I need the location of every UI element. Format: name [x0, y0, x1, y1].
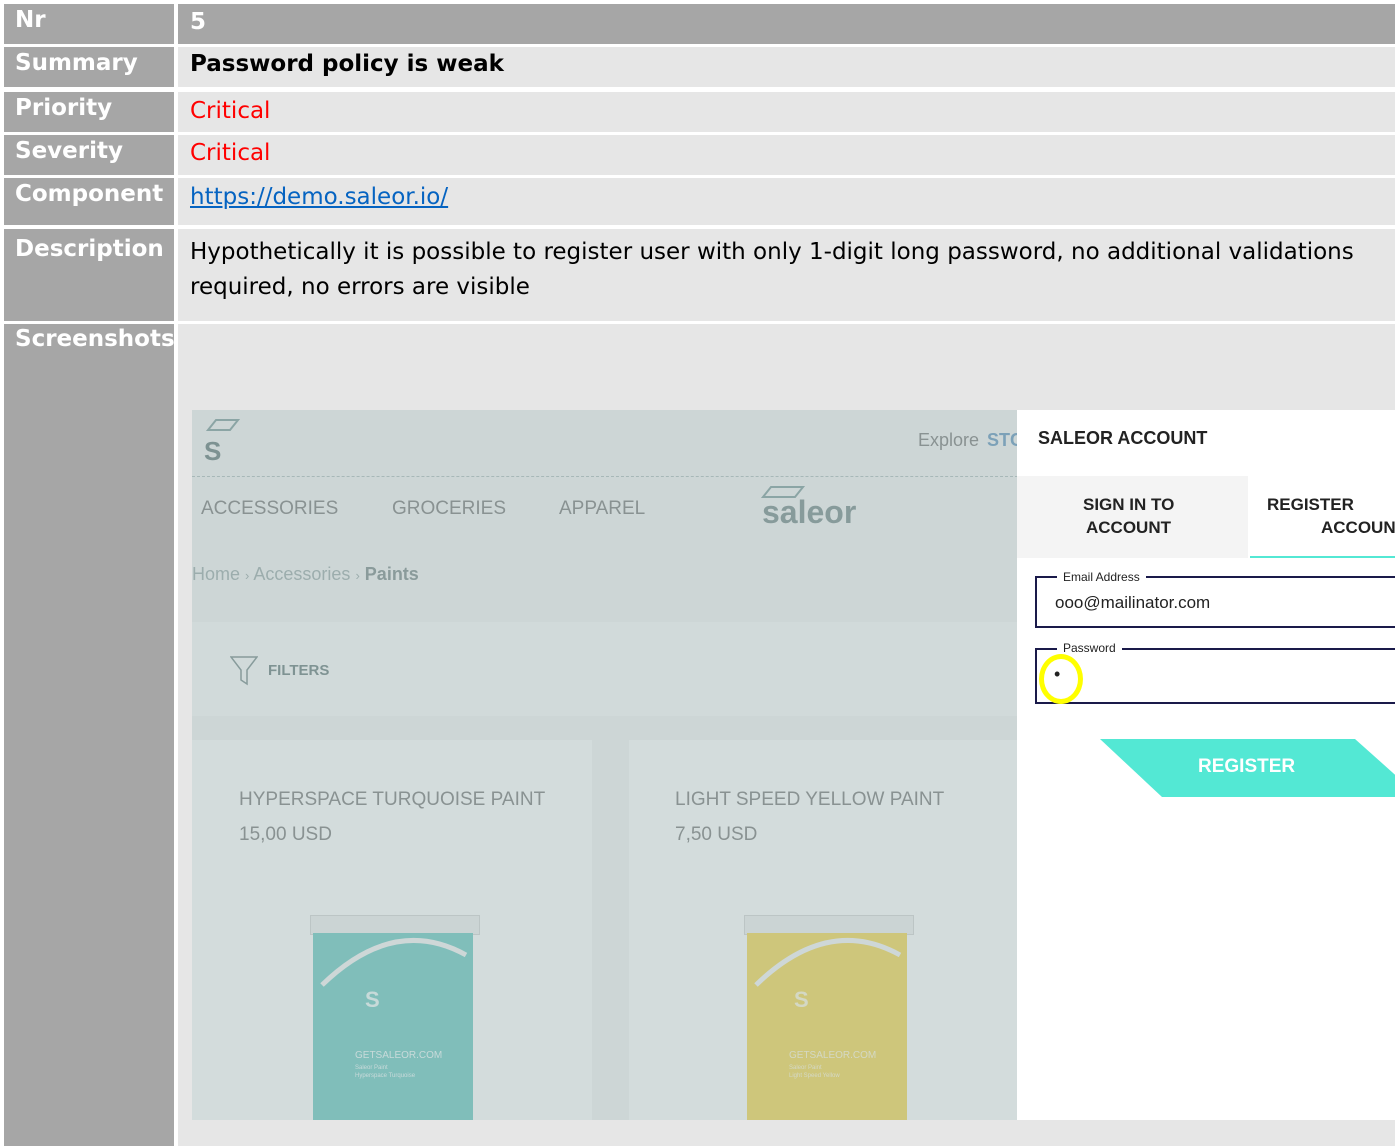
summary-value: Password policy is weak: [178, 47, 1395, 87]
priority-value: Critical: [178, 92, 1395, 132]
row-component: Component https://demo.saleor.io/: [4, 178, 1395, 225]
highlight-annotation: [1039, 654, 1083, 704]
description-value: Hypothetically it is possible to registe…: [178, 229, 1395, 321]
register-button[interactable]: REGISTER: [1100, 739, 1395, 797]
modal-overlay[interactable]: [192, 410, 1018, 1120]
severity-value: Critical: [178, 135, 1395, 175]
nr-label: Nr: [4, 4, 174, 44]
screenshots-label: Screenshots: [4, 324, 175, 1146]
password-label: Password: [1057, 641, 1122, 655]
account-title: SALEOR ACCOUNT: [1038, 428, 1208, 448]
summary-label: Summary: [4, 47, 174, 87]
tab-register[interactable]: REGISTER ACCOUN: [1250, 476, 1395, 558]
email-field[interactable]: Email Address ooo@mailinator.com: [1035, 570, 1395, 628]
password-value: •: [1054, 664, 1061, 684]
row-summary: Summary Password policy is weak: [4, 47, 1395, 87]
row-description: Description Hypothetically it is possibl…: [4, 229, 1395, 321]
priority-label: Priority: [4, 92, 174, 132]
component-label: Component: [4, 178, 174, 225]
tab-sign-in[interactable]: SIGN IN TO ACCOUNT: [1017, 476, 1248, 558]
email-label: Email Address: [1057, 570, 1146, 584]
component-link[interactable]: https://demo.saleor.io/: [190, 184, 448, 210]
email-value: ooo@mailinator.com: [1055, 593, 1211, 612]
row-priority: Priority Critical: [4, 92, 1395, 132]
password-field[interactable]: Password •: [1035, 641, 1395, 704]
severity-label: Severity: [4, 135, 174, 175]
account-panel: SALEOR ACCOUNT SIGN IN TO ACCOUNT REGIST…: [1017, 410, 1395, 1120]
nr-value: 5: [178, 4, 1395, 44]
description-label: Description: [4, 229, 174, 321]
row-nr: Nr 5: [4, 4, 1395, 44]
embedded-screenshot: S Explore STC ACCESSORIES GROCERIES APPA…: [192, 410, 1395, 1120]
row-severity: Severity Critical: [4, 135, 1395, 175]
